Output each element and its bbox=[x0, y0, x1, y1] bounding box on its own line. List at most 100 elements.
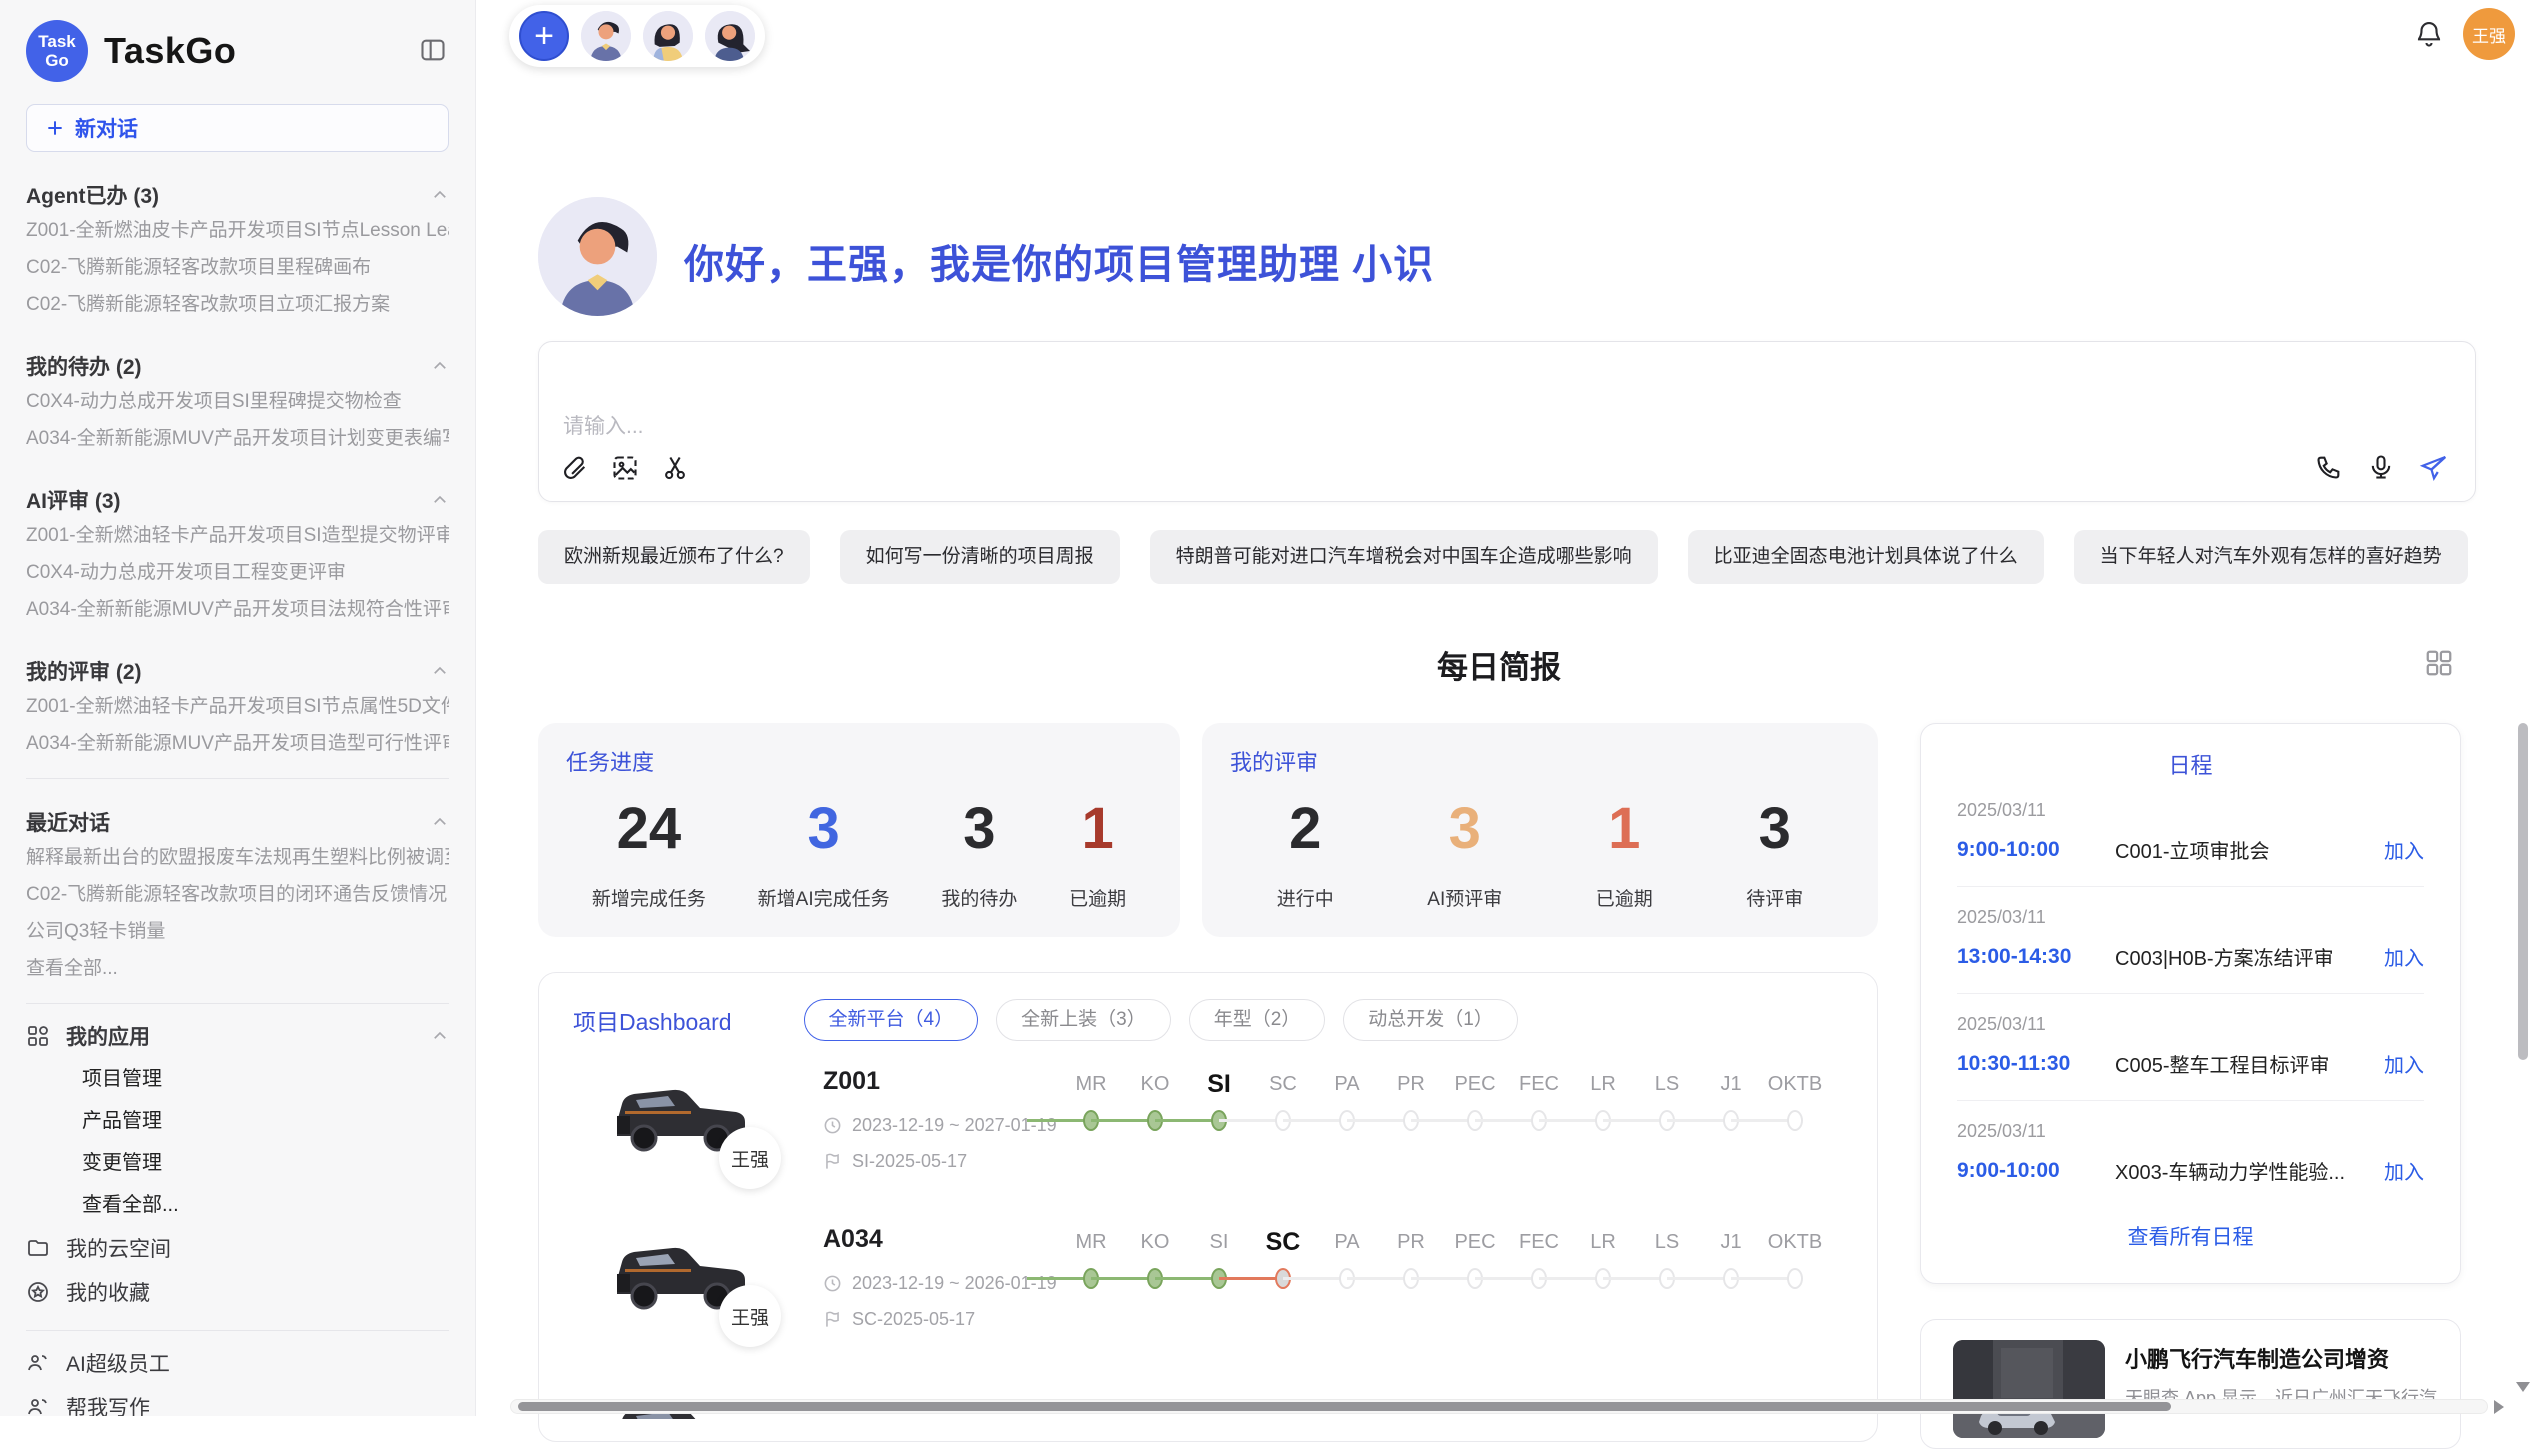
schedule-row: 2025/03/11 13:00-14:30 C003|H0B-方案冻结评审 加… bbox=[1957, 887, 2424, 994]
notification-bell-icon[interactable] bbox=[2414, 18, 2444, 53]
project-row[interactable]: 王强 A034 2023-12-19 ~ 2026-01-19 SC-2025-… bbox=[539, 1217, 1877, 1375]
add-member-button[interactable]: + bbox=[519, 11, 569, 61]
sidebar-conversation-item[interactable]: A034-全新新能源MUV产品开发项目计划变更表编写 bbox=[26, 420, 449, 457]
scroll-down-arrow[interactable] bbox=[2516, 1382, 2530, 1392]
sidebar-conversation-item[interactable]: 公司Q3轻卡销量 bbox=[26, 913, 449, 950]
dashboard-tab[interactable]: 全新上装（3） bbox=[996, 999, 1171, 1041]
milestone-label: LS bbox=[1635, 1069, 1699, 1099]
microphone-icon[interactable] bbox=[2367, 453, 2395, 486]
suggestion-chip[interactable]: 欧洲新规最近颁布了什么? bbox=[538, 530, 810, 584]
clock-icon bbox=[823, 1274, 842, 1293]
sidebar-conversation-item[interactable]: Z001-全新燃油轻卡产品开发项目SI节点属性5D文件评审 bbox=[26, 688, 449, 725]
section-header-my-review[interactable]: 我的评审 (2) bbox=[26, 654, 449, 688]
sidebar-conversation-item[interactable]: A034-全新新能源MUV产品开发项目造型可行性评审 bbox=[26, 725, 449, 762]
milestone-connector bbox=[1219, 1119, 1283, 1122]
attachment-icon[interactable] bbox=[561, 454, 589, 487]
image-icon[interactable] bbox=[611, 454, 639, 487]
sidebar-app-item[interactable]: 变更管理 bbox=[26, 1142, 449, 1184]
join-meeting-link[interactable]: 加入 bbox=[2384, 1049, 2424, 1078]
stat-value: 3 bbox=[758, 795, 890, 862]
sidebar-item-cloud-space[interactable]: 我的云空间 bbox=[26, 1226, 449, 1270]
sidebar-item-favorites[interactable]: 我的收藏 bbox=[26, 1270, 449, 1314]
chevron-up-icon bbox=[431, 662, 449, 680]
scroll-right-arrow[interactable] bbox=[2494, 1400, 2504, 1414]
section-header-recent[interactable]: 最近对话 bbox=[26, 805, 449, 839]
project-row[interactable]: 王强 Z001 2023-12-19 ~ 2027-01-19 SI-2025-… bbox=[539, 1059, 1877, 1217]
sidebar-conversation-item[interactable]: A034-全新新能源MUV产品开发项目法规符合性评审 bbox=[26, 591, 449, 628]
scissors-icon[interactable] bbox=[661, 454, 689, 487]
sidebar-conversation-item[interactable]: C02-飞腾新能源轻客改款项目立项汇报方案 bbox=[26, 286, 449, 323]
milestone: J1 bbox=[1699, 1227, 1763, 1291]
sidebar-conversation-item[interactable]: 查看全部... bbox=[26, 950, 449, 987]
stat-value: 3 bbox=[941, 795, 1017, 862]
join-meeting-link[interactable]: 加入 bbox=[2384, 835, 2424, 864]
stat-label: 已逾期 bbox=[1596, 884, 1653, 911]
chevron-up-icon bbox=[431, 813, 449, 831]
grid-layout-icon[interactable] bbox=[2424, 648, 2454, 683]
dashboard-tabs: 全新平台（4） 全新上装（3） 年型（2） 动总开发（1） bbox=[804, 999, 1518, 1041]
new-chat-label: 新对话 bbox=[75, 113, 138, 143]
suggestion-chip[interactable]: 比亚迪全固态电池计划具体说了什么 bbox=[1688, 530, 2044, 584]
milestone: PR bbox=[1379, 1069, 1443, 1133]
assistant-greeting: 你好，王强，我是你的项目管理助理 小识 bbox=[684, 232, 1434, 290]
teammate-avatar[interactable] bbox=[643, 11, 693, 61]
milestone: LR bbox=[1571, 1227, 1635, 1291]
sidebar-conversation-item[interactable]: C0X4-动力总成开发项目SI里程碑提交物检查 bbox=[26, 383, 449, 420]
assistant-avatar bbox=[538, 197, 657, 316]
dashboard-tab[interactable]: 年型（2） bbox=[1189, 999, 1326, 1041]
project-node: SC-2025-05-17 bbox=[852, 1309, 975, 1330]
project-dashboard-card: 项目Dashboard 全新平台（4）全新上装（3）年型（2）动总开发（1） 王… bbox=[538, 972, 1878, 1442]
suggestion-chip[interactable]: 特朗普可能对进口汽车增税会对中国车企造成哪些影响 bbox=[1150, 530, 1658, 584]
stat-item: 1 已逾期 bbox=[1596, 795, 1653, 911]
phone-icon[interactable] bbox=[2315, 453, 2343, 486]
vertical-scrollbar-thumb[interactable] bbox=[2518, 723, 2528, 1060]
horizontal-scrollbar-thumb[interactable] bbox=[518, 1402, 2171, 1411]
new-chat-button[interactable]: 新对话 bbox=[26, 104, 449, 152]
sidebar-conversation-item[interactable]: C02-飞腾新能源轻客改款项目的闭环通告反馈情况 bbox=[26, 876, 449, 913]
teammate-avatar[interactable] bbox=[581, 11, 631, 61]
project-owner-badge: 王强 bbox=[719, 1285, 781, 1347]
tool-icon bbox=[26, 1351, 50, 1375]
stat-item: 2 进行中 bbox=[1277, 795, 1334, 911]
news-card[interactable]: 小鹏飞行汽车制造公司增资 天眼查 App 显示，近日广州汇天飞行汽... bbox=[1920, 1319, 2461, 1449]
sidebar-collapse-icon[interactable] bbox=[419, 36, 447, 64]
sidebar-conversation-item[interactable]: C02-飞腾新能源轻客改款项目里程碑画布 bbox=[26, 249, 449, 286]
sidebar-app-item[interactable]: 项目管理 bbox=[26, 1058, 449, 1100]
chat-input[interactable]: 请输入... bbox=[538, 341, 2476, 502]
send-icon[interactable] bbox=[2419, 452, 2449, 487]
stat-value: 3 bbox=[1427, 795, 1502, 862]
milestone-connector bbox=[1347, 1119, 1411, 1122]
join-meeting-link[interactable]: 加入 bbox=[2384, 942, 2424, 971]
sidebar-conversation-item[interactable]: Z001-全新燃油皮卡产品开发项目SI节点Lesson Learn报告 bbox=[26, 212, 449, 249]
sidebar-item-my-apps[interactable]: 我的应用 bbox=[26, 1014, 449, 1058]
stat-label: 新增完成任务 bbox=[592, 884, 706, 911]
sidebar-tool-item[interactable]: AI超级员工 bbox=[26, 1341, 449, 1385]
dashboard-tab[interactable]: 动总开发（1） bbox=[1343, 999, 1518, 1041]
suggestion-chip[interactable]: 如何写一份清晰的项目周报 bbox=[840, 530, 1120, 584]
join-meeting-link[interactable]: 加入 bbox=[2384, 1156, 2424, 1185]
section-header-ai-review[interactable]: AI评审 (3) bbox=[26, 483, 449, 517]
horizontal-scrollbar[interactable] bbox=[510, 1399, 2488, 1414]
sidebar-conversation-item[interactable]: 解释最新出台的欧盟报废车法规再生塑料比例被调至15%... bbox=[26, 839, 449, 876]
milestone: LS bbox=[1635, 1227, 1699, 1291]
teammate-avatar[interactable] bbox=[705, 11, 755, 61]
sidebar-tool-item[interactable]: 帮我写作 bbox=[26, 1385, 449, 1416]
user-avatar[interactable]: 王强 bbox=[2463, 8, 2515, 60]
card-title: 任务进度 bbox=[566, 745, 1152, 777]
sidebar-app-item[interactable]: 查看全部... bbox=[26, 1184, 449, 1226]
section-header-my-todo[interactable]: 我的待办 (2) bbox=[26, 349, 449, 383]
sidebar-conversation-item[interactable]: Z001-全新燃油轻卡产品开发项目SI造型提交物评审 bbox=[26, 517, 449, 554]
sidebar-conversation-item[interactable]: C0X4-动力总成开发项目工程变更评审 bbox=[26, 554, 449, 591]
schedule-row: 2025/03/11 9:00-10:00 C001-立项审批会 加入 bbox=[1957, 780, 2424, 887]
milestone: MR bbox=[1059, 1227, 1123, 1291]
suggestion-chip[interactable]: 当下年轻人对汽车外观有怎样的喜好趋势 bbox=[2074, 530, 2468, 584]
sidebar-app-item[interactable]: 产品管理 bbox=[26, 1100, 449, 1142]
milestone-label: KO bbox=[1123, 1069, 1187, 1099]
dashboard-tab[interactable]: 全新平台（4） bbox=[804, 999, 979, 1041]
stat-value: 1 bbox=[1596, 795, 1653, 862]
milestone: LR bbox=[1571, 1069, 1635, 1133]
view-all-schedule-link[interactable]: 查看所有日程 bbox=[1957, 1221, 2424, 1251]
schedule-event-title: C003|H0B-方案冻结评审 bbox=[2115, 942, 2384, 971]
section-header-agent-done[interactable]: Agent已办 (3) bbox=[26, 178, 449, 212]
task-progress-card: 任务进度 24 新增完成任务 3 新增AI完成任务 3 我的待办 bbox=[538, 723, 1180, 937]
